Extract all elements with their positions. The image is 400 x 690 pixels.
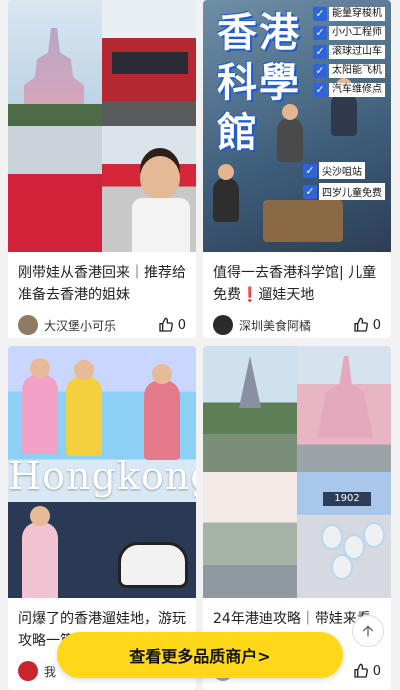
checkbox-icon: ✓ xyxy=(303,184,317,199)
checkbox-icon: ✓ xyxy=(313,45,327,59)
like-count: 0 xyxy=(372,317,381,333)
thumbs-up-icon xyxy=(159,317,173,332)
note-title[interactable]: 值得一去香港科学馆| 儿童免费❗️遛娃天地 xyxy=(203,252,391,308)
poster-title: 香港 科學 館 xyxy=(217,9,301,156)
like-count: 0 xyxy=(177,317,186,333)
like-button[interactable]: 0 xyxy=(158,317,186,333)
like-button[interactable]: 0 xyxy=(353,317,381,333)
poster-badges: ✓ 尖沙咀站 ✓ 四岁儿童免费 xyxy=(303,162,385,200)
kid-figure xyxy=(144,364,180,460)
view-more-merchants-button[interactable]: 查看更多品质商户> xyxy=(57,632,343,678)
castle-photo xyxy=(203,346,297,472)
back-to-top-button[interactable] xyxy=(352,615,384,647)
boy-photo xyxy=(102,126,196,252)
kid-figure xyxy=(22,506,58,598)
castle-photo xyxy=(297,346,391,472)
checkbox-icon: ✓ xyxy=(313,64,327,78)
kid-figure xyxy=(22,358,58,454)
note-feed: 刚带娃从香港回来｜推荐给准备去香港的姐妹 大汉堡小可乐 0 香港 科學 館 ✓ 能… xyxy=(0,0,400,690)
poster-checklist: ✓ 能量穿梭机 ✓ 小小工程师 ✓ 滚球过山车 ✓ 太阳能飞机 ✓ 汽车维修点 xyxy=(313,6,385,98)
avatar[interactable] xyxy=(213,315,233,335)
note-card[interactable]: 香港 科學 館 ✓ 能量穿梭机 ✓ 小小工程师 ✓ 滚球过山车 ✓ 太阳能飞机 ✓ 汽车维… xyxy=(203,0,391,338)
checkbox-icon: ✓ xyxy=(313,83,327,97)
motorbike-shape xyxy=(118,542,188,588)
avatar[interactable] xyxy=(18,661,38,681)
poster-word: Hongkong xyxy=(8,454,196,498)
avatar[interactable] xyxy=(18,315,38,335)
checkbox-icon: ✓ xyxy=(303,163,317,178)
kid-figure xyxy=(213,164,239,222)
like-count: 0 xyxy=(372,663,381,679)
note-meta: 大汉堡小可乐 0 xyxy=(8,308,196,338)
note-cover-image[interactable]: 1902 xyxy=(203,346,391,598)
note-card[interactable]: 刚带娃从香港回来｜推荐给准备去香港的姐妹 大汉堡小可乐 0 xyxy=(8,0,196,338)
kid-figure xyxy=(331,78,357,136)
bus-photo xyxy=(102,0,196,126)
arrow-up-icon xyxy=(362,625,374,637)
balloon-shape xyxy=(331,554,353,580)
author-name[interactable]: 大汉堡小可乐 xyxy=(44,317,158,334)
checkbox-icon: ✓ xyxy=(313,7,327,21)
note-title[interactable]: 刚带娃从香港回来｜推荐给准备去香港的姐妹 xyxy=(8,252,196,308)
note-cover-image[interactable] xyxy=(8,0,196,252)
note-cover-image[interactable]: 香港 科學 館 ✓ 能量穿梭机 ✓ 小小工程师 ✓ 滚球过山车 ✓ 太阳能飞机 ✓ 汽车维… xyxy=(203,0,391,252)
exhibit-shape xyxy=(263,200,343,242)
note-cover-image[interactable]: Hongkong xyxy=(8,346,196,598)
like-button[interactable]: 0 xyxy=(353,663,381,679)
thumbs-up-icon xyxy=(354,317,368,332)
balloon-shape xyxy=(321,524,343,550)
fountain-photo xyxy=(203,472,297,598)
note-meta: 深圳美食阿橘 0 xyxy=(203,308,391,338)
thumbs-up-icon xyxy=(354,663,368,678)
checkbox-icon: ✓ xyxy=(313,26,327,40)
balloon-shape xyxy=(363,522,385,548)
kid-figure xyxy=(66,360,102,456)
author-name[interactable]: 深圳美食阿橘 xyxy=(239,317,353,334)
building-sign: 1902 xyxy=(323,492,371,506)
bus-seats-photo xyxy=(8,126,102,252)
trees-shape xyxy=(8,104,102,126)
